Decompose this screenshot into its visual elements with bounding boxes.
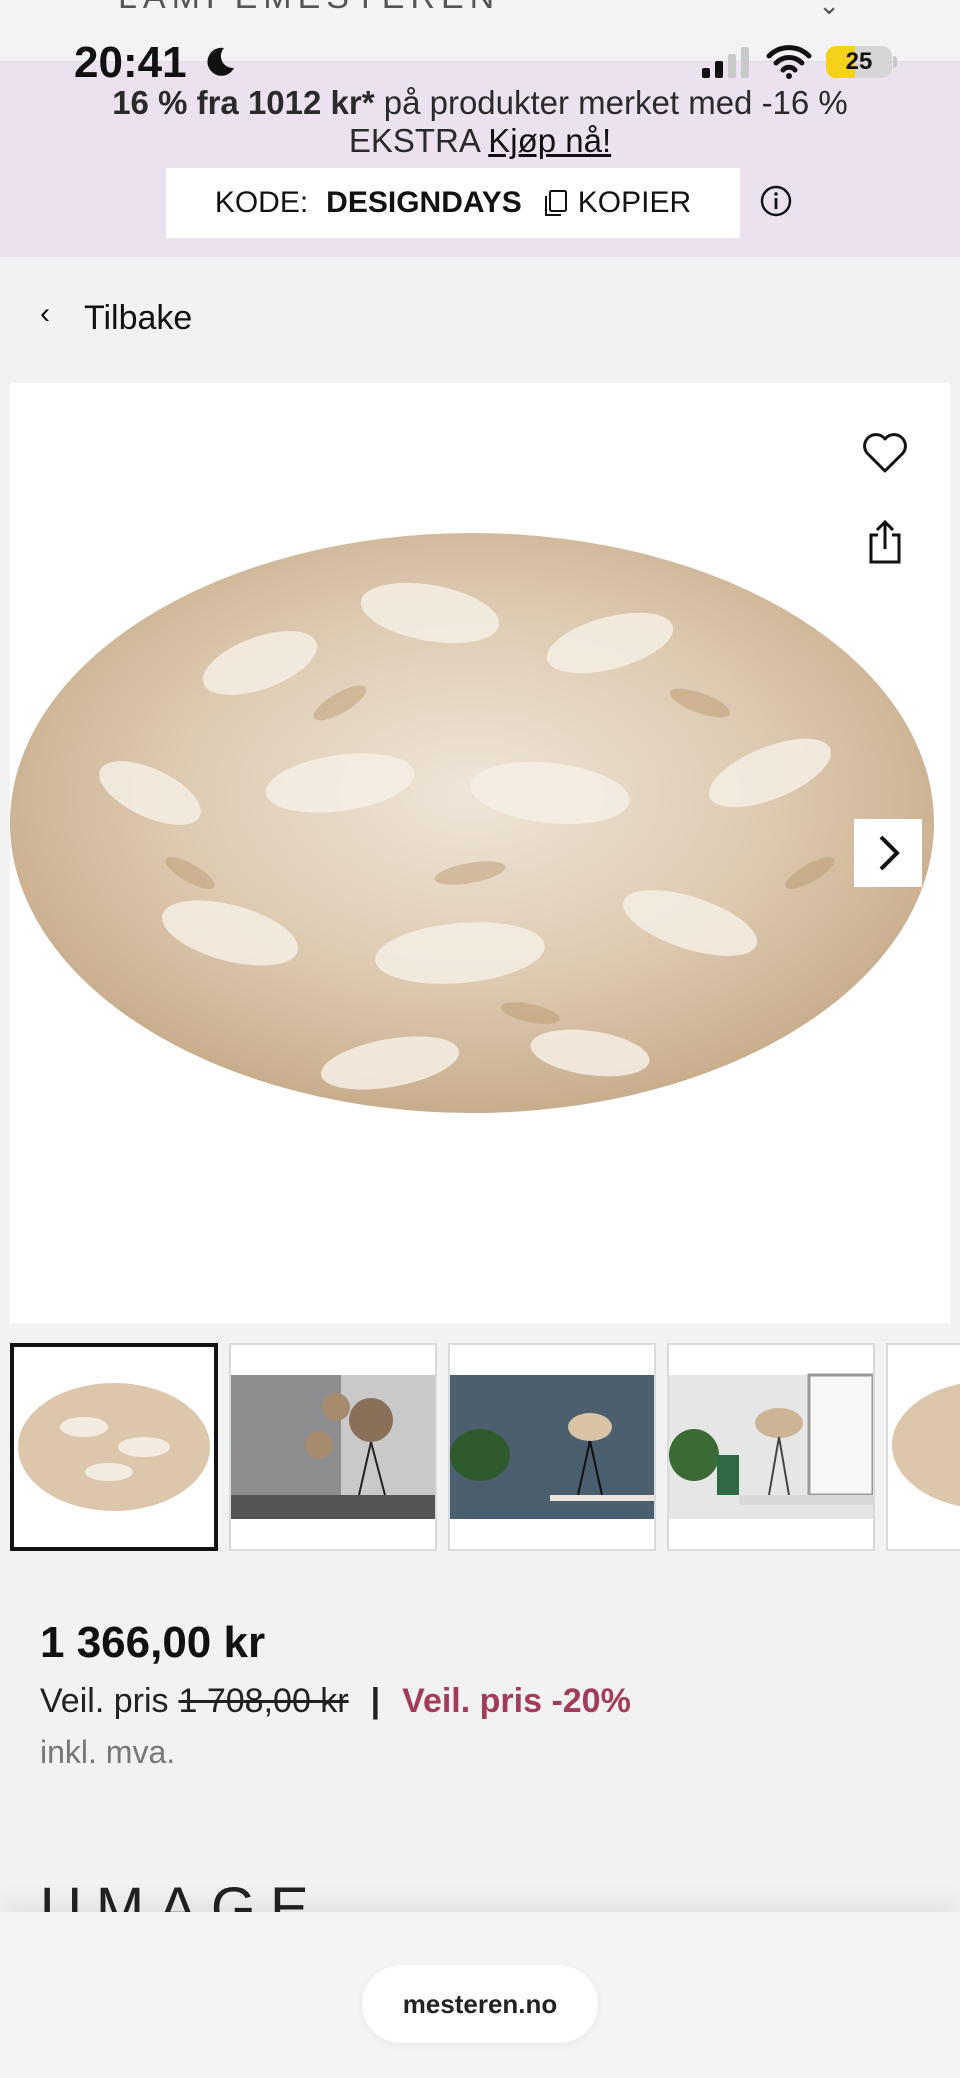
info-icon[interactable] (760, 185, 792, 217)
favorite-heart-icon[interactable] (862, 431, 908, 475)
product-main-image[interactable] (10, 383, 950, 1323)
thumbnail-1[interactable] (10, 1343, 218, 1551)
thumbnail-4[interactable] (667, 1343, 875, 1551)
battery-level: 25 (845, 48, 873, 75)
site-logo[interactable]: LAMPEMESTEREN (118, 0, 500, 17)
feather-lamp-image (10, 533, 934, 1113)
price-details: Veil. pris 1 708,00 kr | Veil. pris -20% (40, 1682, 631, 1721)
copy-code-button[interactable]: KOPIER (578, 186, 691, 220)
promo-buy-link[interactable]: Kjøp nå! (488, 122, 611, 159)
thumbnail-5[interactable] (886, 1343, 960, 1551)
thumbnail-2[interactable] (229, 1343, 437, 1551)
code-label: KODE: (214, 186, 309, 219)
promo-code-box[interactable]: KODE: DESIGNDAYS KOPIER (166, 168, 740, 238)
price-separator: | (370, 1682, 381, 1720)
wifi-icon (766, 45, 812, 79)
brand-name: UMAGE (40, 1880, 440, 1912)
thumbnail-3[interactable] (448, 1343, 656, 1551)
promo-banner: 16 % fra 1012 kr* på produkter merket me… (0, 62, 960, 257)
brand-logo[interactable]: UMAGE (40, 1880, 440, 1912)
status-time: 20:41 (74, 38, 187, 87)
code-value: DESIGNDAYS (326, 186, 522, 219)
promo-text: 16 % fra 1012 kr* på produkter merket me… (0, 84, 960, 160)
copy-icon[interactable] (544, 189, 568, 217)
promo-line2: EKSTRA (348, 122, 489, 159)
address-bar[interactable]: mesteren.no (362, 1965, 598, 2043)
share-icon[interactable] (866, 519, 904, 565)
browser-toolbar: mesteren.no (0, 1912, 960, 2078)
status-bar: 20:41 25 (0, 36, 960, 90)
back-button[interactable]: ‹ Tilbake (40, 296, 192, 340)
battery-nub (893, 56, 897, 68)
chevron-down-icon[interactable]: ⌄ (818, 0, 840, 21)
discount-badge: Veil. pris -20% (402, 1682, 631, 1720)
recommended-price-label: Veil. pris (40, 1682, 169, 1720)
next-image-button[interactable] (854, 819, 922, 887)
thumbnail-strip[interactable] (10, 1343, 960, 1553)
moon-icon (207, 47, 234, 76)
chevron-right-icon (879, 835, 900, 871)
chevron-left-icon: ‹ (40, 297, 50, 330)
back-label: Tilbake (84, 298, 193, 337)
battery-indicator: 25 (826, 46, 892, 78)
vat-note: inkl. mva. (40, 1734, 176, 1770)
product-price: 1 366,00 kr (40, 1618, 266, 1667)
old-price: 1 708,00 kr (178, 1682, 349, 1720)
cellular-signal-icon (702, 47, 749, 78)
